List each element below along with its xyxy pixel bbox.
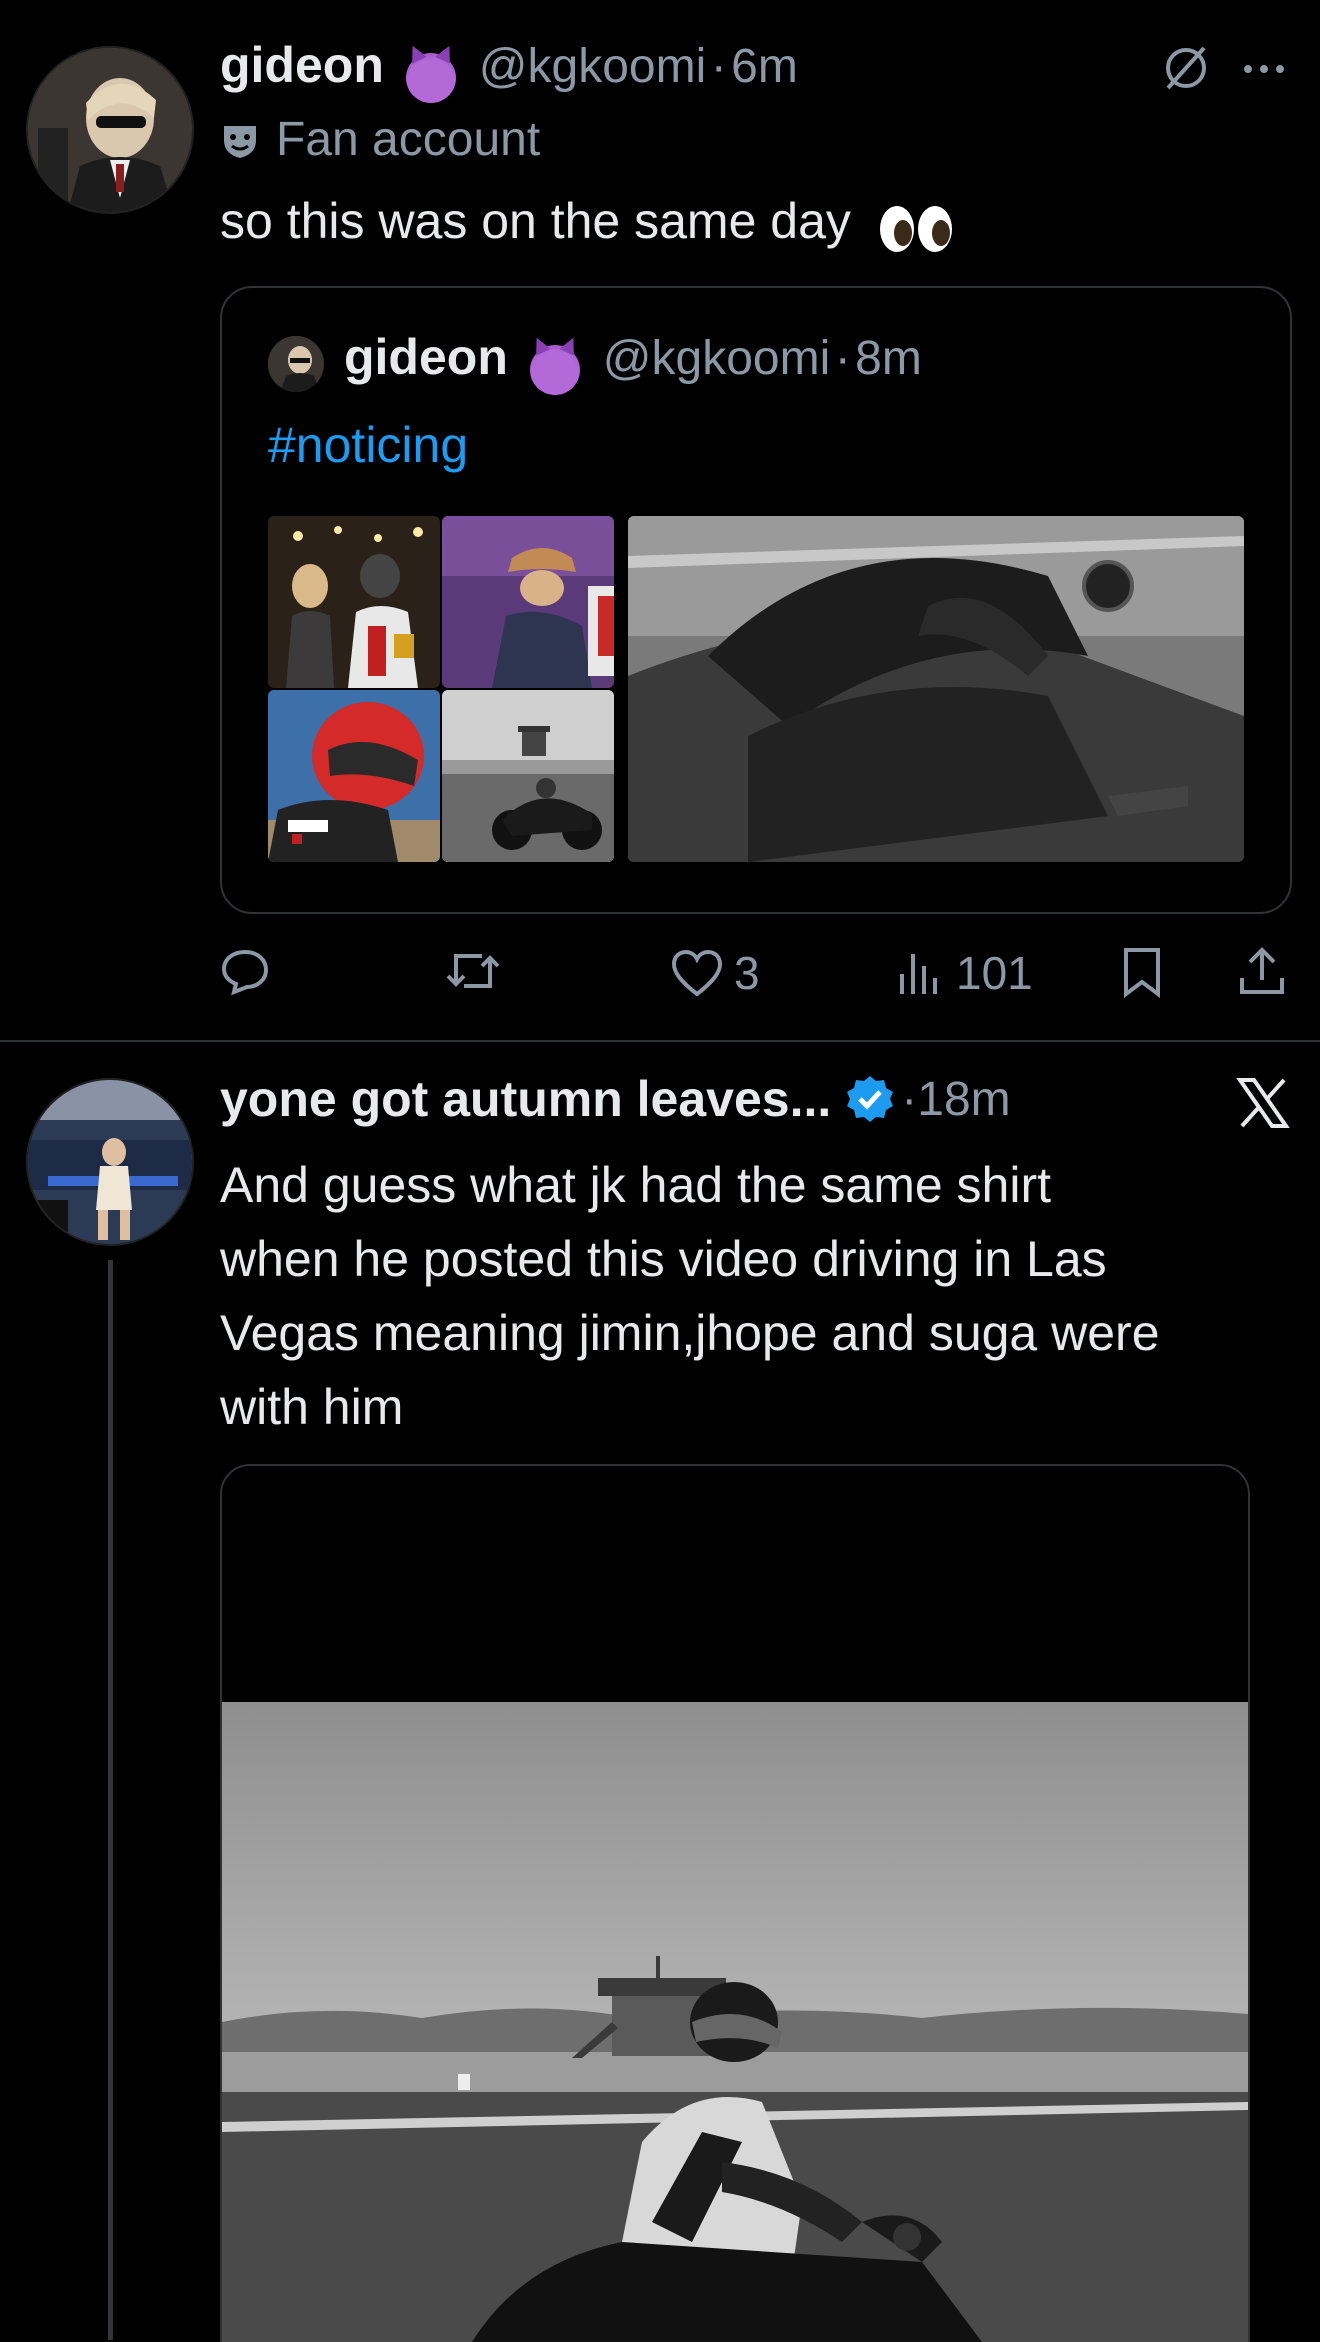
devil-emoji-icon	[406, 52, 457, 103]
display-name[interactable]: yone got autumn leaves...	[220, 1070, 831, 1128]
quote-photo-2[interactable]	[442, 516, 614, 688]
like-button[interactable]: 3	[670, 946, 760, 1000]
tweet-text-line-1: And guess what jk had the same shirt	[220, 1157, 1052, 1213]
quote-photo-3[interactable]	[268, 690, 440, 862]
tweet-text-line-4: with him	[220, 1379, 404, 1435]
retweet-icon	[446, 954, 500, 988]
retweet-button[interactable]	[444, 946, 514, 996]
display-name[interactable]: gideon	[220, 37, 384, 93]
quote-display-name: gideon	[344, 329, 508, 385]
timestamp[interactable]: 6m	[731, 40, 798, 93]
thread-line	[108, 1260, 113, 2340]
quote-photo-5[interactable]	[628, 516, 1244, 862]
tweet-text: so this was on the same day	[220, 193, 851, 249]
verified-icon	[845, 1074, 895, 1124]
more-icon[interactable]	[1240, 62, 1288, 76]
hashtag-link[interactable]: #noticing	[268, 416, 468, 474]
reply-button[interactable]	[220, 946, 282, 996]
bookmark-icon	[1124, 948, 1160, 998]
quote-handle: @kgkoomi	[602, 332, 831, 385]
video-player[interactable]	[220, 1464, 1250, 2342]
tweet-text-line-2: when he posted this video driving in Las	[220, 1231, 1107, 1287]
bookmark-button[interactable]	[1118, 946, 1166, 998]
quote-avatar	[268, 336, 324, 392]
fan-account-icon	[220, 120, 260, 160]
video-frame	[222, 1702, 1248, 2342]
grok-icon[interactable]	[1158, 40, 1214, 96]
views-button[interactable]: 101	[896, 946, 1033, 1000]
quote-photo-4[interactable]	[442, 690, 614, 862]
tweet-text-line-3: Vegas meaning jimin,jhope and suga were	[220, 1305, 1160, 1361]
tweet-1[interactable]: gideon @kgkoomi · 6m Fan account so this…	[0, 0, 1320, 1040]
quoted-tweet[interactable]: gideon @kgkoomi · 8m #noticing	[220, 286, 1292, 914]
view-count: 101	[956, 947, 1033, 999]
reply-icon	[221, 949, 269, 996]
eyes-emoji-icon	[877, 200, 955, 252]
timestamp[interactable]: 18m	[917, 1072, 1010, 1127]
like-icon	[671, 949, 723, 997]
avatar[interactable]	[26, 1078, 194, 1246]
share-button[interactable]	[1236, 946, 1288, 998]
share-icon	[1240, 947, 1284, 994]
devil-emoji-icon	[530, 344, 581, 395]
x-logo-icon[interactable]	[1236, 1076, 1290, 1130]
handle[interactable]: @kgkoomi	[479, 40, 706, 93]
dot-separator: ·	[901, 1072, 918, 1126]
like-count: 3	[734, 947, 760, 999]
account-label: Fan account	[276, 113, 541, 166]
dot-separator: ·	[710, 40, 727, 93]
quote-timestamp: 8m	[855, 332, 922, 385]
views-icon	[900, 954, 937, 994]
quote-photo-1[interactable]	[268, 516, 440, 688]
tweet-2[interactable]: yone got autumn leaves... · 18m And gues…	[0, 1042, 1320, 2342]
avatar[interactable]	[26, 46, 194, 214]
dot-separator: ·	[834, 332, 851, 385]
